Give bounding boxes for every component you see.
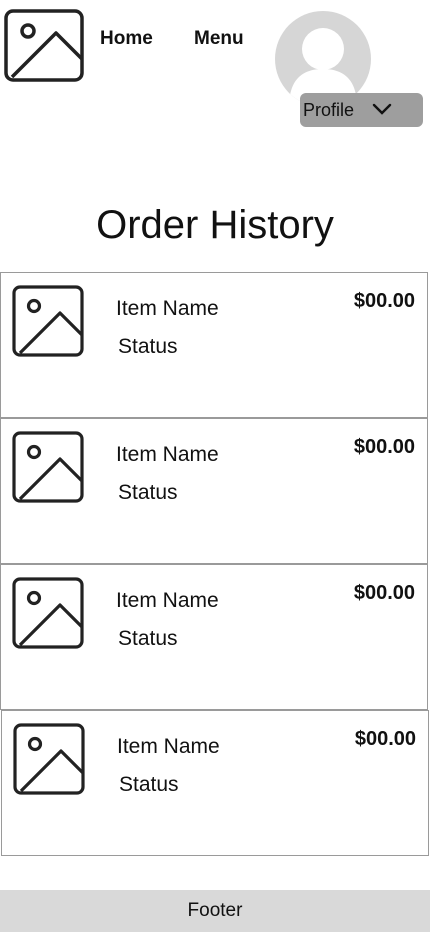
footer: Footer	[0, 890, 430, 932]
order-card[interactable]: Item Name Status $00.00	[0, 564, 428, 710]
item-price: $00.00	[354, 728, 416, 750]
item-status: Status	[118, 481, 178, 504]
image-placeholder-icon	[12, 285, 84, 357]
item-name: Item Name	[116, 589, 219, 612]
item-name: Item Name	[116, 443, 219, 466]
item-name: Item Name	[117, 735, 220, 758]
image-placeholder-icon	[13, 723, 85, 795]
item-price: $00.00	[353, 582, 415, 604]
nav-menu-link[interactable]: Menu	[194, 28, 244, 50]
order-card[interactable]: Item Name Status $00.00	[0, 272, 428, 418]
footer-label: Footer	[187, 900, 243, 921]
order-card[interactable]: Item Name Status $00.00	[0, 418, 428, 564]
page-title: Order History	[96, 203, 334, 247]
item-status: Status	[118, 335, 178, 358]
item-status: Status	[119, 773, 179, 796]
item-name: Item Name	[116, 297, 219, 320]
chevron-down-icon	[372, 103, 392, 115]
profile-label: Profile	[303, 99, 355, 120]
item-status: Status	[118, 627, 178, 650]
profile-dropdown-button[interactable]: Profile	[300, 93, 423, 127]
item-price: $00.00	[353, 436, 415, 458]
image-placeholder-icon	[12, 431, 84, 503]
order-card[interactable]: Item Name Status $00.00	[1, 710, 429, 856]
nav-home-link[interactable]: Home	[100, 28, 153, 50]
image-placeholder-icon	[12, 577, 84, 649]
item-price: $00.00	[353, 290, 415, 312]
logo-icon[interactable]	[4, 9, 84, 82]
